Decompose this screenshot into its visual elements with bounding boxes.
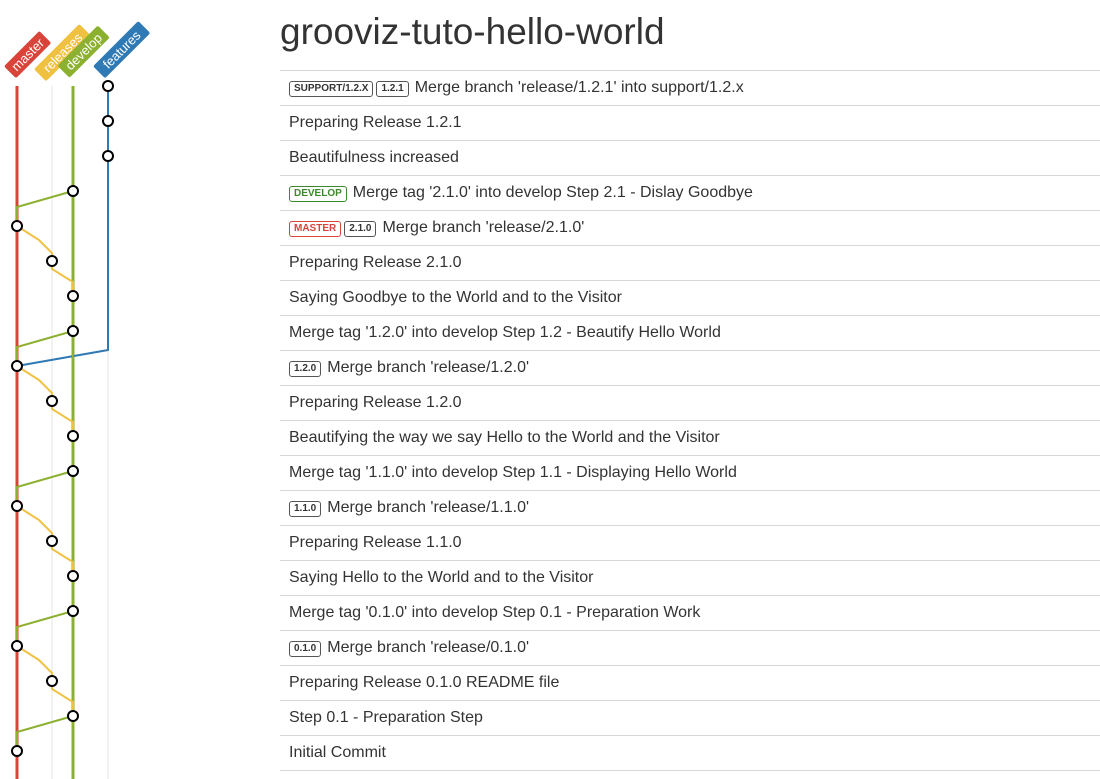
commit-row[interactable]: Beautifulness increased (280, 141, 1100, 176)
commit-row[interactable]: SUPPORT/1.2.X 1.2.1 Merge branch 'release/… (280, 71, 1100, 106)
branch-edge (16, 645, 53, 681)
commit-row[interactable]: Merge tag '1.1.0' into develop Step 1.1 … (280, 456, 1100, 491)
commit-node (11, 220, 23, 232)
commit-node (46, 675, 58, 687)
ref-badge: 1.2.1 (376, 81, 409, 97)
ref-badge: SUPPORT/1.2.X (289, 81, 374, 97)
commit-row[interactable]: DEVELOP Merge tag '2.1.0' into develop St… (280, 176, 1100, 211)
branch-edge (16, 365, 53, 401)
commit-row[interactable]: Saying Hello to the World and to the Vis… (280, 561, 1100, 596)
commit-row[interactable]: Initial Commit (280, 736, 1100, 771)
commit-message: Merge tag '0.1.0' into develop Step 0.1 … (289, 604, 701, 621)
branch-edge (16, 610, 74, 646)
branch-edge (51, 261, 74, 296)
commit-message: Beautifulness increased (289, 149, 459, 166)
ref-badge: 0.1.0 (289, 641, 322, 657)
page-title: grooviz-tuto-hello-world (280, 11, 665, 52)
commit-message: Merge branch 'release/0.1.0' (327, 639, 530, 656)
ref-badge: 1.2.0 (289, 361, 322, 377)
commit-message: Merge tag '1.1.0' into develop Step 1.1 … (289, 464, 737, 481)
commit-message: Preparing Release 1.2.0 (289, 394, 462, 411)
commit-message: Merge branch 'release/1.2.1' into suppor… (414, 79, 744, 96)
commit-node (102, 150, 114, 162)
commit-message: Preparing Release 0.1.0 README file (289, 674, 560, 691)
branch-edge (51, 541, 74, 576)
branch-edge (51, 401, 74, 436)
commit-node (46, 535, 58, 547)
commit-row[interactable]: Merge tag '0.1.0' into develop Step 0.1 … (280, 596, 1100, 631)
branch-edge (16, 470, 74, 506)
commit-message: Preparing Release 2.1.0 (289, 254, 462, 271)
commit-message: Merge tag '2.1.0' into develop Step 2.1 … (352, 184, 753, 201)
ref-badge: DEVELOP (289, 186, 347, 202)
branch-edge (16, 505, 53, 541)
commit-message: Step 0.1 - Preparation Step (289, 709, 483, 726)
commit-row[interactable]: Preparing Release 1.2.0 (280, 386, 1100, 421)
commit-row[interactable]: 0.1.0 Merge branch 'release/0.1.0' (280, 631, 1100, 666)
commit-row[interactable]: Preparing Release 0.1.0 README file (280, 666, 1100, 701)
commit-node (11, 360, 23, 372)
commit-row[interactable]: 1.1.0 Merge branch 'release/1.1.0' (280, 491, 1100, 526)
commit-message: Beautifying the way we say Hello to the … (289, 429, 720, 446)
commit-node (102, 115, 114, 127)
commit-node (67, 605, 79, 617)
commit-graph: masterreleasesdevelopfeatures (4, 21, 150, 779)
commit-node (67, 570, 79, 582)
ref-badge: MASTER (289, 221, 342, 237)
commit-node (67, 465, 79, 477)
commit-message: Initial Commit (289, 744, 386, 761)
commit-node (102, 80, 114, 92)
commit-message: Saying Hello to the World and to the Vis… (289, 569, 594, 586)
commit-row[interactable]: Beautifying the way we say Hello to the … (280, 421, 1100, 456)
commit-node (46, 395, 58, 407)
commit-message: Preparing Release 1.1.0 (289, 534, 462, 551)
commit-node (67, 710, 79, 722)
commit-row[interactable]: Preparing Release 1.1.0 (280, 526, 1100, 561)
commit-row[interactable]: Preparing Release 2.1.0 (280, 246, 1100, 281)
lane-label-text: features (100, 27, 144, 71)
commit-node (67, 430, 79, 442)
commit-message: Merge tag '1.2.0' into develop Step 1.2 … (289, 324, 721, 341)
commit-message: Merge branch 'release/1.1.0' (327, 499, 530, 516)
commit-node (67, 185, 79, 197)
commit-row[interactable]: Saying Goodbye to the World and to the V… (280, 281, 1100, 316)
branch-edge (16, 715, 74, 751)
commit-row[interactable]: Preparing Release 1.2.1 (280, 106, 1100, 141)
commit-node (67, 290, 79, 302)
branch-edge (16, 225, 53, 261)
commit-row[interactable]: MASTER 2.1.0 Merge branch 'release/2.1.0' (280, 211, 1100, 246)
branch-edge (16, 190, 74, 226)
commit-message: Merge branch 'release/2.1.0' (382, 219, 585, 236)
branch-edge (51, 681, 74, 716)
commit-row[interactable]: 1.2.0 Merge branch 'release/1.2.0' (280, 351, 1100, 386)
commit-node (11, 745, 23, 757)
commit-node (11, 640, 23, 652)
commit-node (46, 255, 58, 267)
commit-list: SUPPORT/1.2.X 1.2.1 Merge branch 'release/… (280, 70, 1100, 771)
commit-row[interactable]: Step 0.1 - Preparation Step (280, 701, 1100, 736)
commit-message: Preparing Release 1.2.1 (289, 114, 462, 131)
commit-node (11, 500, 23, 512)
ref-badge: 1.1.0 (289, 501, 322, 517)
commit-message: Saying Goodbye to the World and to the V… (289, 289, 622, 306)
ref-badge: 2.1.0 (344, 221, 377, 237)
commit-message: Merge branch 'release/1.2.0' (327, 359, 530, 376)
commit-row[interactable]: Merge tag '1.2.0' into develop Step 1.2 … (280, 316, 1100, 351)
commit-node (67, 325, 79, 337)
